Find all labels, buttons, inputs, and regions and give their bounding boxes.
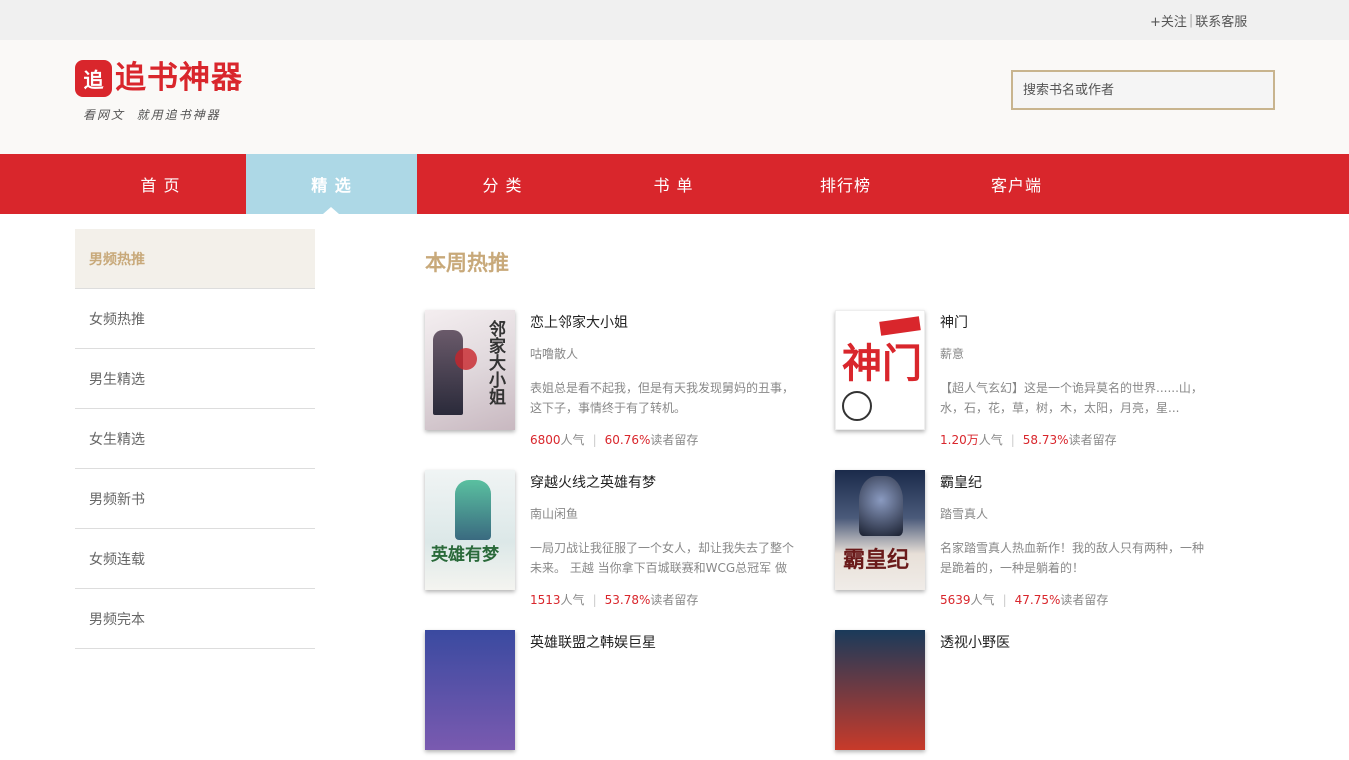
sidebar: 男频热推 女频热推 男生精选 女生精选 男频新书 女频连载 男频完本 xyxy=(75,229,315,649)
sidebar-item-female-serial[interactable]: 女频连载 xyxy=(75,529,315,589)
retention-value: 53.78% xyxy=(604,593,651,607)
book-title[interactable]: 穿越火线之英雄有梦 xyxy=(530,472,656,492)
book-cover[interactable]: 神门 xyxy=(835,310,925,430)
cover-figure xyxy=(433,330,463,415)
book-item[interactable]: 英雄联盟之韩娱巨星 xyxy=(425,630,825,760)
book-title[interactable]: 霸皇纪 xyxy=(940,472,982,492)
book-cover[interactable]: 邻家大小姐 xyxy=(425,310,515,430)
divider: | xyxy=(1010,433,1015,447)
popularity-label: 人气 xyxy=(560,593,585,607)
book-stats: 1513人气 | 53.78%读者留存 xyxy=(530,591,698,608)
nav-featured[interactable]: 精 选 xyxy=(246,154,417,214)
book-title[interactable]: 恋上邻家大小姐 xyxy=(530,312,628,332)
popularity-label: 人气 xyxy=(978,433,1003,447)
book-cover[interactable] xyxy=(835,630,925,750)
book-item[interactable]: 英雄有梦 穿越火线之英雄有梦 南山闲鱼 一局刀战让我征服了一个女人，却让我失去了… xyxy=(425,470,825,607)
cover-face xyxy=(842,391,872,421)
nav-booklist[interactable]: 书 单 xyxy=(588,154,759,214)
nav-home[interactable]: 首 页 xyxy=(75,154,246,214)
nav-client[interactable]: 客户端 xyxy=(931,154,1102,214)
cover-flower xyxy=(455,348,477,370)
cover-title: 英雄有梦 xyxy=(431,545,499,565)
retention-label: 读者留存 xyxy=(1060,593,1109,607)
main-nav: 首 页 精 选 分 类 书 单 排行榜 客户端 xyxy=(0,154,1349,214)
cover-title: 邻家大小姐 xyxy=(485,320,505,405)
top-bar: +关注 | 联系客服 xyxy=(0,0,1349,40)
divider: | xyxy=(592,433,597,447)
book-stats: 1.20万人气 | 58.73%读者留存 xyxy=(940,431,1117,448)
book-title[interactable]: 英雄联盟之韩娱巨星 xyxy=(530,632,656,652)
popularity-value: 5639 xyxy=(940,593,971,607)
sidebar-item-male-picks[interactable]: 男生精选 xyxy=(75,349,315,409)
retention-value: 60.76% xyxy=(604,433,651,447)
retention-value: 47.75% xyxy=(1014,593,1061,607)
logo-tagline: 看网文 就用追书神器 xyxy=(83,108,221,122)
book-description: 名家踏雪真人热血新作！我的敌人只有两种，一种是跪着的，一种是躺着的！ xyxy=(940,541,1205,575)
book-item[interactable]: 邻家大小姐 恋上邻家大小姐 咕噜散人 表姐总是看不起我，但是有天我发现舅妈的丑事… xyxy=(425,310,825,447)
popularity-label: 人气 xyxy=(970,593,995,607)
sidebar-item-male-new[interactable]: 男频新书 xyxy=(75,469,315,529)
retention-value: 58.73% xyxy=(1022,433,1069,447)
sidebar-item-female-picks[interactable]: 女生精选 xyxy=(75,409,315,469)
contact-service-link[interactable]: 联系客服 xyxy=(1195,11,1247,30)
retention-label: 读者留存 xyxy=(650,593,699,607)
popularity-value: 1.20万 xyxy=(940,433,979,447)
search-input[interactable] xyxy=(1013,72,1273,108)
popularity-value: 1513 xyxy=(530,593,561,607)
cover-figure xyxy=(859,476,903,536)
book-item[interactable]: 神门 神门 薪意 【超人气玄幻】这是一个诡异莫名的世界......山，水，石，花… xyxy=(835,310,1235,447)
section-title: 本周热推 xyxy=(425,251,509,275)
book-title[interactable]: 透视小野医 xyxy=(940,632,1010,652)
sidebar-item-female-hot[interactable]: 女频热推 xyxy=(75,289,315,349)
book-title[interactable]: 神门 xyxy=(940,312,968,332)
top-links: +关注 | 联系客服 xyxy=(1150,11,1247,30)
divider: | xyxy=(1188,13,1194,28)
book-cover[interactable] xyxy=(425,630,515,750)
divider: | xyxy=(1002,593,1007,607)
book-author[interactable]: 薪意 xyxy=(940,345,964,362)
retention-label: 读者留存 xyxy=(1068,433,1117,447)
logo-name: 追书神器 xyxy=(115,60,243,96)
book-author[interactable]: 踏雪真人 xyxy=(940,505,988,522)
cover-title: 霸皇纪 xyxy=(843,548,910,573)
follow-link[interactable]: +关注 xyxy=(1150,11,1187,30)
book-cover[interactable]: 英雄有梦 xyxy=(425,470,515,590)
book-description: 一局刀战让我征服了一个女人，却让我失去了整个未来。 王越 当你拿下百城联赛和WC… xyxy=(530,541,795,575)
sidebar-item-male-complete[interactable]: 男频完本 xyxy=(75,589,315,649)
nav-ranking[interactable]: 排行榜 xyxy=(760,154,931,214)
logo-badge-text: 追 xyxy=(83,68,104,92)
book-author[interactable]: 咕噜散人 xyxy=(530,345,578,362)
book-item[interactable]: 透视小野医 xyxy=(835,630,1235,760)
book-stats: 6800人气 | 60.76%读者留存 xyxy=(530,431,698,448)
popularity-label: 人气 xyxy=(560,433,585,447)
book-stats: 5639人气 | 47.75%读者留存 xyxy=(940,591,1108,608)
book-item[interactable]: 霸皇纪 霸皇纪 踏雪真人 名家踏雪真人热血新作！我的敌人只有两种，一种是跪着的，… xyxy=(835,470,1235,607)
sidebar-item-male-hot[interactable]: 男频热推 xyxy=(75,229,315,289)
book-cover[interactable]: 霸皇纪 xyxy=(835,470,925,590)
popularity-value: 6800 xyxy=(530,433,561,447)
logo[interactable]: 追 追书神器 看网文 就用追书神器 xyxy=(75,60,255,140)
retention-label: 读者留存 xyxy=(650,433,699,447)
book-description: 表姐总是看不起我，但是有天我发现舅妈的丑事，这下子，事情终于有了转机。 xyxy=(530,381,795,415)
logo-icon: 追 xyxy=(75,60,112,97)
cover-figure xyxy=(455,480,491,540)
book-author[interactable]: 南山闲鱼 xyxy=(530,505,578,522)
cover-title: 神门 xyxy=(842,341,922,387)
header: 追 追书神器 看网文 就用追书神器 xyxy=(0,40,1349,154)
book-description: 【超人气玄幻】这是一个诡异莫名的世界......山，水，石，花，草，树，木，太阳… xyxy=(940,381,1203,415)
search-box xyxy=(1011,70,1275,110)
nav-category[interactable]: 分 类 xyxy=(417,154,588,214)
divider: | xyxy=(592,593,597,607)
